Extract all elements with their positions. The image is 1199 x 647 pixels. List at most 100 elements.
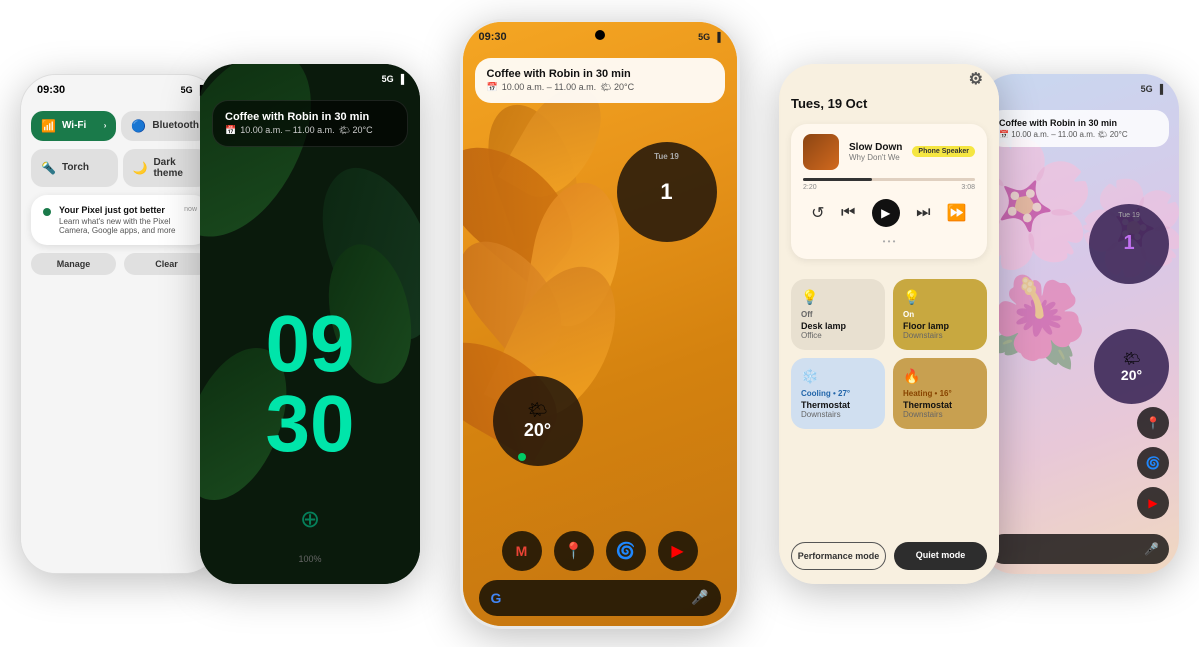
cool-icon: ❄️ bbox=[801, 368, 875, 385]
cool-name: Thermostat bbox=[801, 400, 875, 410]
battery-icon-left1: ▐ bbox=[398, 74, 404, 84]
settings-btn[interactable]: ⚙ bbox=[969, 69, 983, 89]
notif-actions: Manage Clear bbox=[31, 253, 209, 275]
youtube-icon-right2: ▶ bbox=[1148, 496, 1157, 510]
smart-tile-floorlamp[interactable]: 💡 On Floor lamp Downstairs bbox=[893, 279, 987, 350]
notif-time-range-left1: 10.00 a.m. – 11.00 a.m. bbox=[240, 125, 334, 135]
center-screen: 09:30 5G ▐ Coffee with Robin in 30 min 📅… bbox=[463, 22, 737, 626]
left1-screen: 5G ▐ Coffee with Robin in 30 min 📅 10.00… bbox=[200, 64, 420, 584]
notif-title-center: Coffee with Robin in 30 min bbox=[487, 68, 713, 80]
cool-status: Cooling • 27° bbox=[801, 389, 875, 398]
qs-wifi[interactable]: 📶 Wi-Fi › bbox=[31, 111, 116, 141]
clock-time-center: 1 bbox=[660, 181, 672, 203]
qs-dark-label: Dark theme bbox=[153, 157, 199, 179]
maps-icon: 📍 bbox=[564, 541, 584, 561]
forward-btn[interactable]: ⏩ bbox=[947, 203, 967, 223]
big-clock: 09 30 bbox=[200, 304, 420, 464]
qs-wifi-arrow: › bbox=[104, 121, 107, 130]
right1-screen: ⚙ Tues, 19 Oct Slow Down Why Don't We Ph… bbox=[779, 64, 999, 584]
floorlamp-name: Floor lamp bbox=[903, 321, 977, 331]
weather-icon-center: 🌤 bbox=[527, 400, 547, 420]
notif-card-left1: Coffee with Robin in 30 min 📅 10.00 a.m.… bbox=[212, 100, 408, 147]
smart-bottom-btns: Performance mode Quiet mode bbox=[791, 542, 987, 570]
notif-dot bbox=[43, 208, 51, 216]
smart-tile-thermostat-cool[interactable]: ❄️ Cooling • 27° Thermostat Downstairs bbox=[791, 358, 885, 429]
notif-time-center: 10.00 a.m. – 11.00 a.m. bbox=[502, 82, 596, 92]
app-youtube-right2[interactable]: ▶ bbox=[1137, 487, 1169, 519]
qs-torch-label: Torch bbox=[62, 162, 89, 173]
weather-center: 🌤 20°C bbox=[600, 82, 634, 93]
clock-date-right2: Tue 19 bbox=[1118, 212, 1140, 219]
maps-icon-right2: 📍 bbox=[1146, 416, 1161, 430]
music-info: Slow Down Why Don't We bbox=[849, 142, 902, 162]
youtube-icon: ▶ bbox=[671, 541, 683, 561]
music-progress bbox=[803, 178, 975, 181]
prev-btn[interactable]: ⏮ bbox=[841, 204, 855, 222]
weather-left1: 🌤 20°C bbox=[339, 125, 373, 136]
green-dot bbox=[518, 453, 526, 461]
clear-button[interactable]: Clear bbox=[124, 253, 209, 275]
heat-name: Thermostat bbox=[903, 400, 977, 410]
qs-darktheme[interactable]: 🌙 Dark theme bbox=[123, 149, 210, 187]
phone-center: 09:30 5G ▐ Coffee with Robin in 30 min 📅… bbox=[460, 19, 740, 629]
qs-torch[interactable]: 🔦 Torch bbox=[31, 149, 118, 187]
app-maps-right2[interactable]: 📍 bbox=[1137, 407, 1169, 439]
mic-icon-right2[interactable]: 🎤 bbox=[1144, 542, 1159, 556]
notif-body-left2: Learn what's new with the Pixel Camera, … bbox=[59, 217, 197, 235]
phone-right2: 🌸 🌺 🌸 5G ▐ Coffee with Robin in 30 min 📅… bbox=[979, 74, 1179, 574]
qs-bluetooth-label: Bluetooth bbox=[152, 120, 199, 131]
notif-title-left2: Your Pixel just got better bbox=[59, 205, 165, 215]
time-center: 09:30 bbox=[479, 31, 507, 43]
search-bar-center[interactable]: G 🎤 bbox=[479, 580, 721, 616]
mic-icon[interactable]: 🎤 bbox=[691, 589, 708, 606]
music-progress-bar bbox=[803, 178, 872, 181]
app-maps[interactable]: 📍 bbox=[554, 531, 594, 571]
next-btn[interactable]: ⏭ bbox=[916, 204, 930, 222]
quiet-mode-btn[interactable]: Quiet mode bbox=[894, 542, 987, 570]
google-logo: G bbox=[491, 590, 502, 606]
notif-time-left2: now bbox=[184, 206, 197, 213]
battery-right2: ▐ bbox=[1157, 84, 1163, 94]
app-photos-right2[interactable]: 🌀 bbox=[1137, 447, 1169, 479]
weather-widget-center: 🌤 20° bbox=[493, 376, 583, 466]
gmail-icon: M bbox=[516, 543, 528, 559]
signal-center-text: 5G bbox=[698, 32, 710, 42]
notif-content: Your Pixel just got better now Learn wha… bbox=[59, 205, 197, 235]
qs-bluetooth[interactable]: 🔵 Bluetooth bbox=[121, 111, 209, 141]
desklamp-room: Office bbox=[801, 331, 875, 340]
replay-btn[interactable]: ↺ bbox=[811, 203, 824, 223]
music-time-total: 3:08 bbox=[961, 184, 975, 191]
bluetooth-icon: 🔵 bbox=[131, 119, 146, 133]
cool-room: Downstairs bbox=[801, 410, 875, 419]
app-youtube[interactable]: ▶ bbox=[658, 531, 698, 571]
status-bar-left2: 09:30 5G ▐ bbox=[21, 75, 219, 105]
calendar-icon: 📅 bbox=[225, 125, 236, 136]
notif-time-right2: 10.00 a.m. – 11.00 a.m. bbox=[1011, 130, 1095, 139]
music-card: Slow Down Why Don't We Phone Speaker 2:2… bbox=[791, 124, 987, 259]
music-controls: ↺ ⏮ ▶ ⏭ ⏩ bbox=[803, 199, 975, 227]
smart-grid: 💡 Off Desk lamp Office 💡 On Floor lamp D… bbox=[791, 279, 987, 429]
weather-temp-right2: 20° bbox=[1121, 367, 1142, 383]
smart-tile-thermostat-heat[interactable]: 🔥 Heating • 16° Thermostat Downstairs bbox=[893, 358, 987, 429]
battery-center: ▐ bbox=[714, 32, 720, 42]
weather-icon-right2: 🌤 bbox=[1123, 350, 1141, 367]
battery-percent: 100% bbox=[298, 554, 321, 564]
cal-icon-right2: 📅 bbox=[999, 130, 1009, 139]
app-dock-right2: 📍 🌀 ▶ bbox=[1137, 407, 1169, 519]
app-gmail[interactable]: M bbox=[502, 531, 542, 571]
music-header: Slow Down Why Don't We Phone Speaker bbox=[803, 134, 975, 170]
smart-date: Tues, 19 Oct bbox=[791, 96, 867, 111]
qs-row-1: 📶 Wi-Fi › 🔵 Bluetooth bbox=[31, 111, 209, 141]
smart-tile-desklamp[interactable]: 💡 Off Desk lamp Office bbox=[791, 279, 885, 350]
search-bar-right2[interactable]: 🎤 bbox=[989, 534, 1169, 564]
manage-button[interactable]: Manage bbox=[31, 253, 116, 275]
performance-mode-btn[interactable]: Performance mode bbox=[791, 542, 886, 570]
app-photos[interactable]: 🌀 bbox=[606, 531, 646, 571]
status-bar-right1: ⚙ bbox=[779, 64, 999, 94]
photos-icon-right2: 🌀 bbox=[1146, 456, 1161, 470]
play-btn[interactable]: ▶ bbox=[872, 199, 900, 227]
notif-card-center: Coffee with Robin in 30 min 📅 10.00 a.m.… bbox=[475, 58, 725, 103]
phone-left1: 5G ▐ Coffee with Robin in 30 min 📅 10.00… bbox=[200, 64, 420, 584]
notif-title-left1: Coffee with Robin in 30 min bbox=[225, 111, 395, 123]
fingerprint-icon: ⊕ bbox=[300, 505, 320, 534]
